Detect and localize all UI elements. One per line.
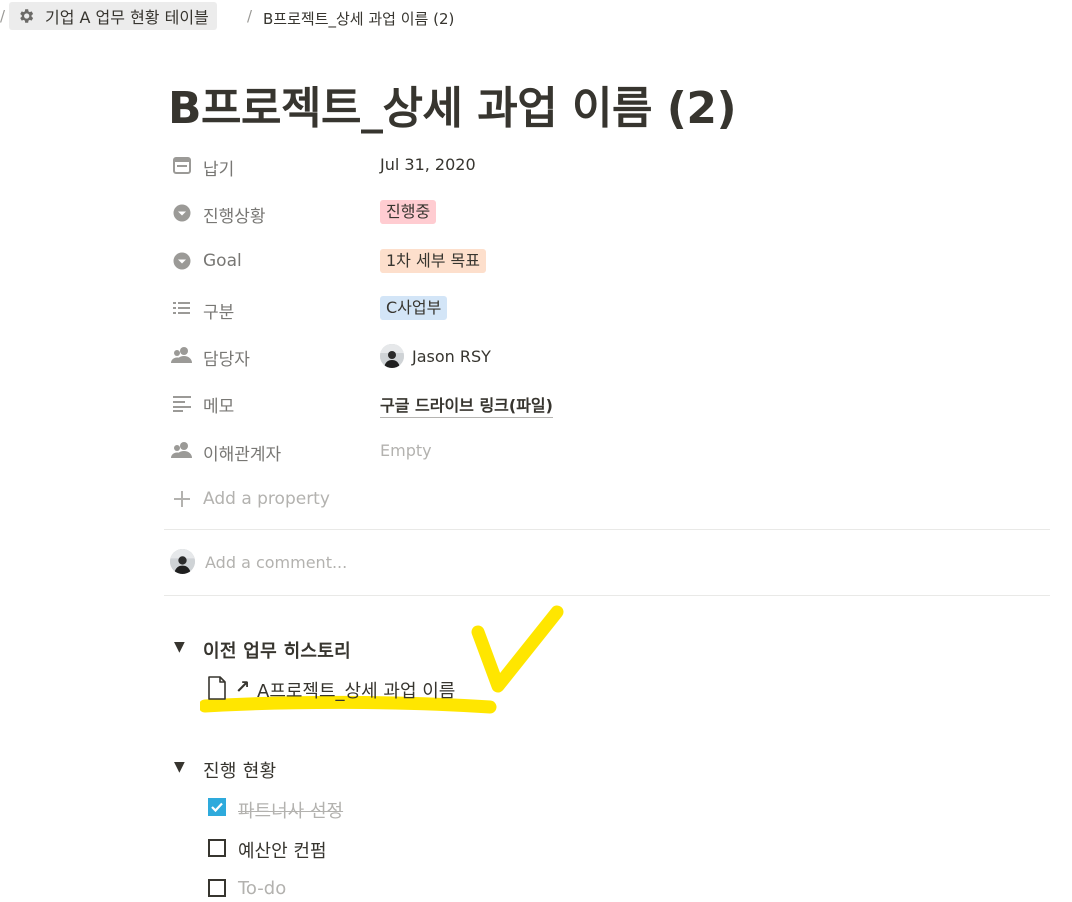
todo-placeholder[interactable]: To-do xyxy=(238,878,286,899)
property-label-memo[interactable]: 메모 xyxy=(203,392,234,417)
property-label-goal[interactable]: Goal xyxy=(203,251,242,271)
comment-input[interactable]: Add a comment... xyxy=(205,553,347,572)
select-icon xyxy=(171,202,193,224)
status-tag[interactable]: 진행중 xyxy=(380,200,437,224)
todo-checkbox[interactable] xyxy=(208,839,226,857)
memo-link[interactable]: 구글 드라이브 링크(파일) xyxy=(380,392,553,418)
plus-icon xyxy=(171,488,193,510)
toggle-triangle-icon[interactable]: ▼ xyxy=(174,639,185,655)
avatar xyxy=(170,549,195,574)
todo-checkbox[interactable] xyxy=(208,879,226,897)
property-label-status[interactable]: 진행상황 xyxy=(203,202,266,227)
add-property-button[interactable]: Add a property xyxy=(203,489,330,509)
property-value-stakeholder[interactable]: Empty xyxy=(380,441,432,460)
property-value-assignee[interactable]: Jason RSY xyxy=(412,347,491,366)
page-icon xyxy=(207,676,227,704)
progress-heading[interactable]: 진행 현황 xyxy=(203,757,276,783)
property-label-due[interactable]: 납기 xyxy=(203,155,234,180)
breadcrumb-parent-label: 기업 A 업무 현황 테이블 xyxy=(45,8,209,27)
breadcrumb-separator: / xyxy=(247,7,253,25)
select-icon xyxy=(171,250,193,272)
todo-text[interactable]: 파트너사 선정 xyxy=(238,797,343,823)
breadcrumb-separator: / xyxy=(0,7,6,25)
history-page-link[interactable]: A프로젝트_상세 과업 이름 xyxy=(257,677,455,703)
person-icon xyxy=(171,344,193,366)
link-arrow-icon: ↗ xyxy=(235,677,251,698)
property-label-stakeholder[interactable]: 이해관계자 xyxy=(203,440,281,465)
person-icon xyxy=(171,439,193,461)
calendar-icon xyxy=(171,154,193,176)
divider xyxy=(164,529,1050,530)
category-tag[interactable]: C사업부 xyxy=(380,296,448,320)
highlight-annotation xyxy=(200,605,564,714)
breadcrumb-parent[interactable]: 기업 A 업무 현황 테이블 xyxy=(9,2,217,30)
property-label-assignee[interactable]: 담당자 xyxy=(203,345,250,370)
page-title[interactable]: B프로젝트_상세 과업 이름 (2) xyxy=(168,72,737,136)
goal-tag[interactable]: 1차 세부 목표 xyxy=(380,249,486,273)
text-icon xyxy=(171,392,193,414)
divider xyxy=(164,595,1050,596)
gear-icon xyxy=(17,7,35,25)
todo-text[interactable]: 예산안 컨펌 xyxy=(238,837,327,863)
todo-checkbox[interactable] xyxy=(208,798,226,816)
breadcrumb-current[interactable]: B프로젝트_상세 과업 이름 (2) xyxy=(263,8,454,29)
toggle-triangle-icon[interactable]: ▼ xyxy=(174,759,185,775)
property-value-due[interactable]: Jul 31, 2020 xyxy=(380,155,476,174)
list-icon xyxy=(171,297,193,319)
avatar xyxy=(380,344,404,368)
property-label-category[interactable]: 구분 xyxy=(203,298,234,323)
